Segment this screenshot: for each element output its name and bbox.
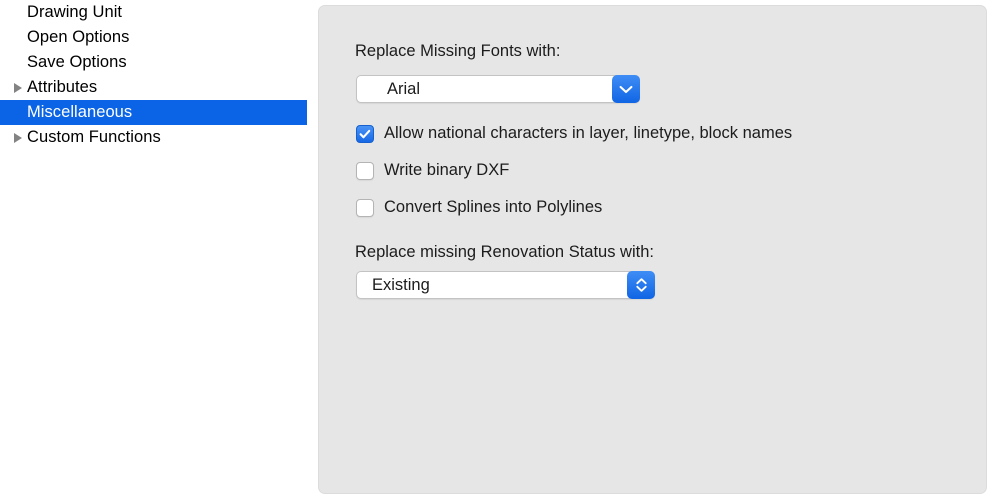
checkbox-row-convert-splines-into-polylines[interactable]: Convert Splines into Polylines: [356, 198, 602, 217]
sidebar-item-label: Save Options: [27, 50, 127, 75]
chevron-down-icon[interactable]: [612, 75, 640, 103]
replace-renovation-status-value: Existing: [357, 276, 654, 295]
checkbox-row-allow-national-characters[interactable]: Allow national characters in layer, line…: [356, 124, 792, 143]
replace-renovation-status-dropdown[interactable]: Existing: [356, 271, 655, 299]
sidebar-item-attributes[interactable]: Attributes: [0, 75, 307, 100]
sidebar-item-save-options[interactable]: Save Options: [0, 50, 307, 75]
sidebar-item-label: Drawing Unit: [27, 0, 122, 25]
replace-missing-fonts-value: Arial: [357, 80, 639, 99]
disclosure-triangle-icon[interactable]: [13, 132, 24, 143]
sidebar-item-label: Custom Functions: [27, 125, 161, 150]
checkbox-label: Convert Splines into Polylines: [384, 198, 602, 217]
checkbox-label: Write binary DXF: [384, 161, 509, 180]
replace-missing-fonts-label: Replace Missing Fonts with:: [355, 42, 560, 61]
sidebar-item-open-options[interactable]: Open Options: [0, 25, 307, 50]
checkbox-row-write-binary-dxf[interactable]: Write binary DXF: [356, 161, 509, 180]
disclosure-triangle-icon[interactable]: [13, 82, 24, 93]
sidebar-item-label: Open Options: [27, 25, 129, 50]
sidebar-item-drawing-unit[interactable]: Drawing Unit: [0, 0, 307, 25]
sidebar-item-custom-functions[interactable]: Custom Functions: [0, 125, 307, 150]
replace-missing-fonts-dropdown[interactable]: Arial: [356, 75, 640, 103]
checkbox-checked-icon[interactable]: [356, 125, 374, 143]
checkbox-unchecked-icon[interactable]: [356, 162, 374, 180]
sidebar-item-label: Miscellaneous: [27, 100, 132, 125]
sidebar-item-label: Attributes: [27, 75, 97, 100]
checkbox-unchecked-icon[interactable]: [356, 199, 374, 217]
sidebar-item-miscellaneous[interactable]: Miscellaneous: [0, 100, 307, 125]
replace-renovation-status-label: Replace missing Renovation Status with:: [355, 243, 654, 262]
miscellaneous-settings-panel: Replace Missing Fonts with: Arial Allow …: [318, 5, 987, 494]
checkbox-label: Allow national characters in layer, line…: [384, 124, 792, 143]
settings-category-sidebar[interactable]: Drawing Unit Open Options Save Options A…: [0, 0, 307, 493]
chevron-up-down-icon[interactable]: [627, 271, 655, 299]
